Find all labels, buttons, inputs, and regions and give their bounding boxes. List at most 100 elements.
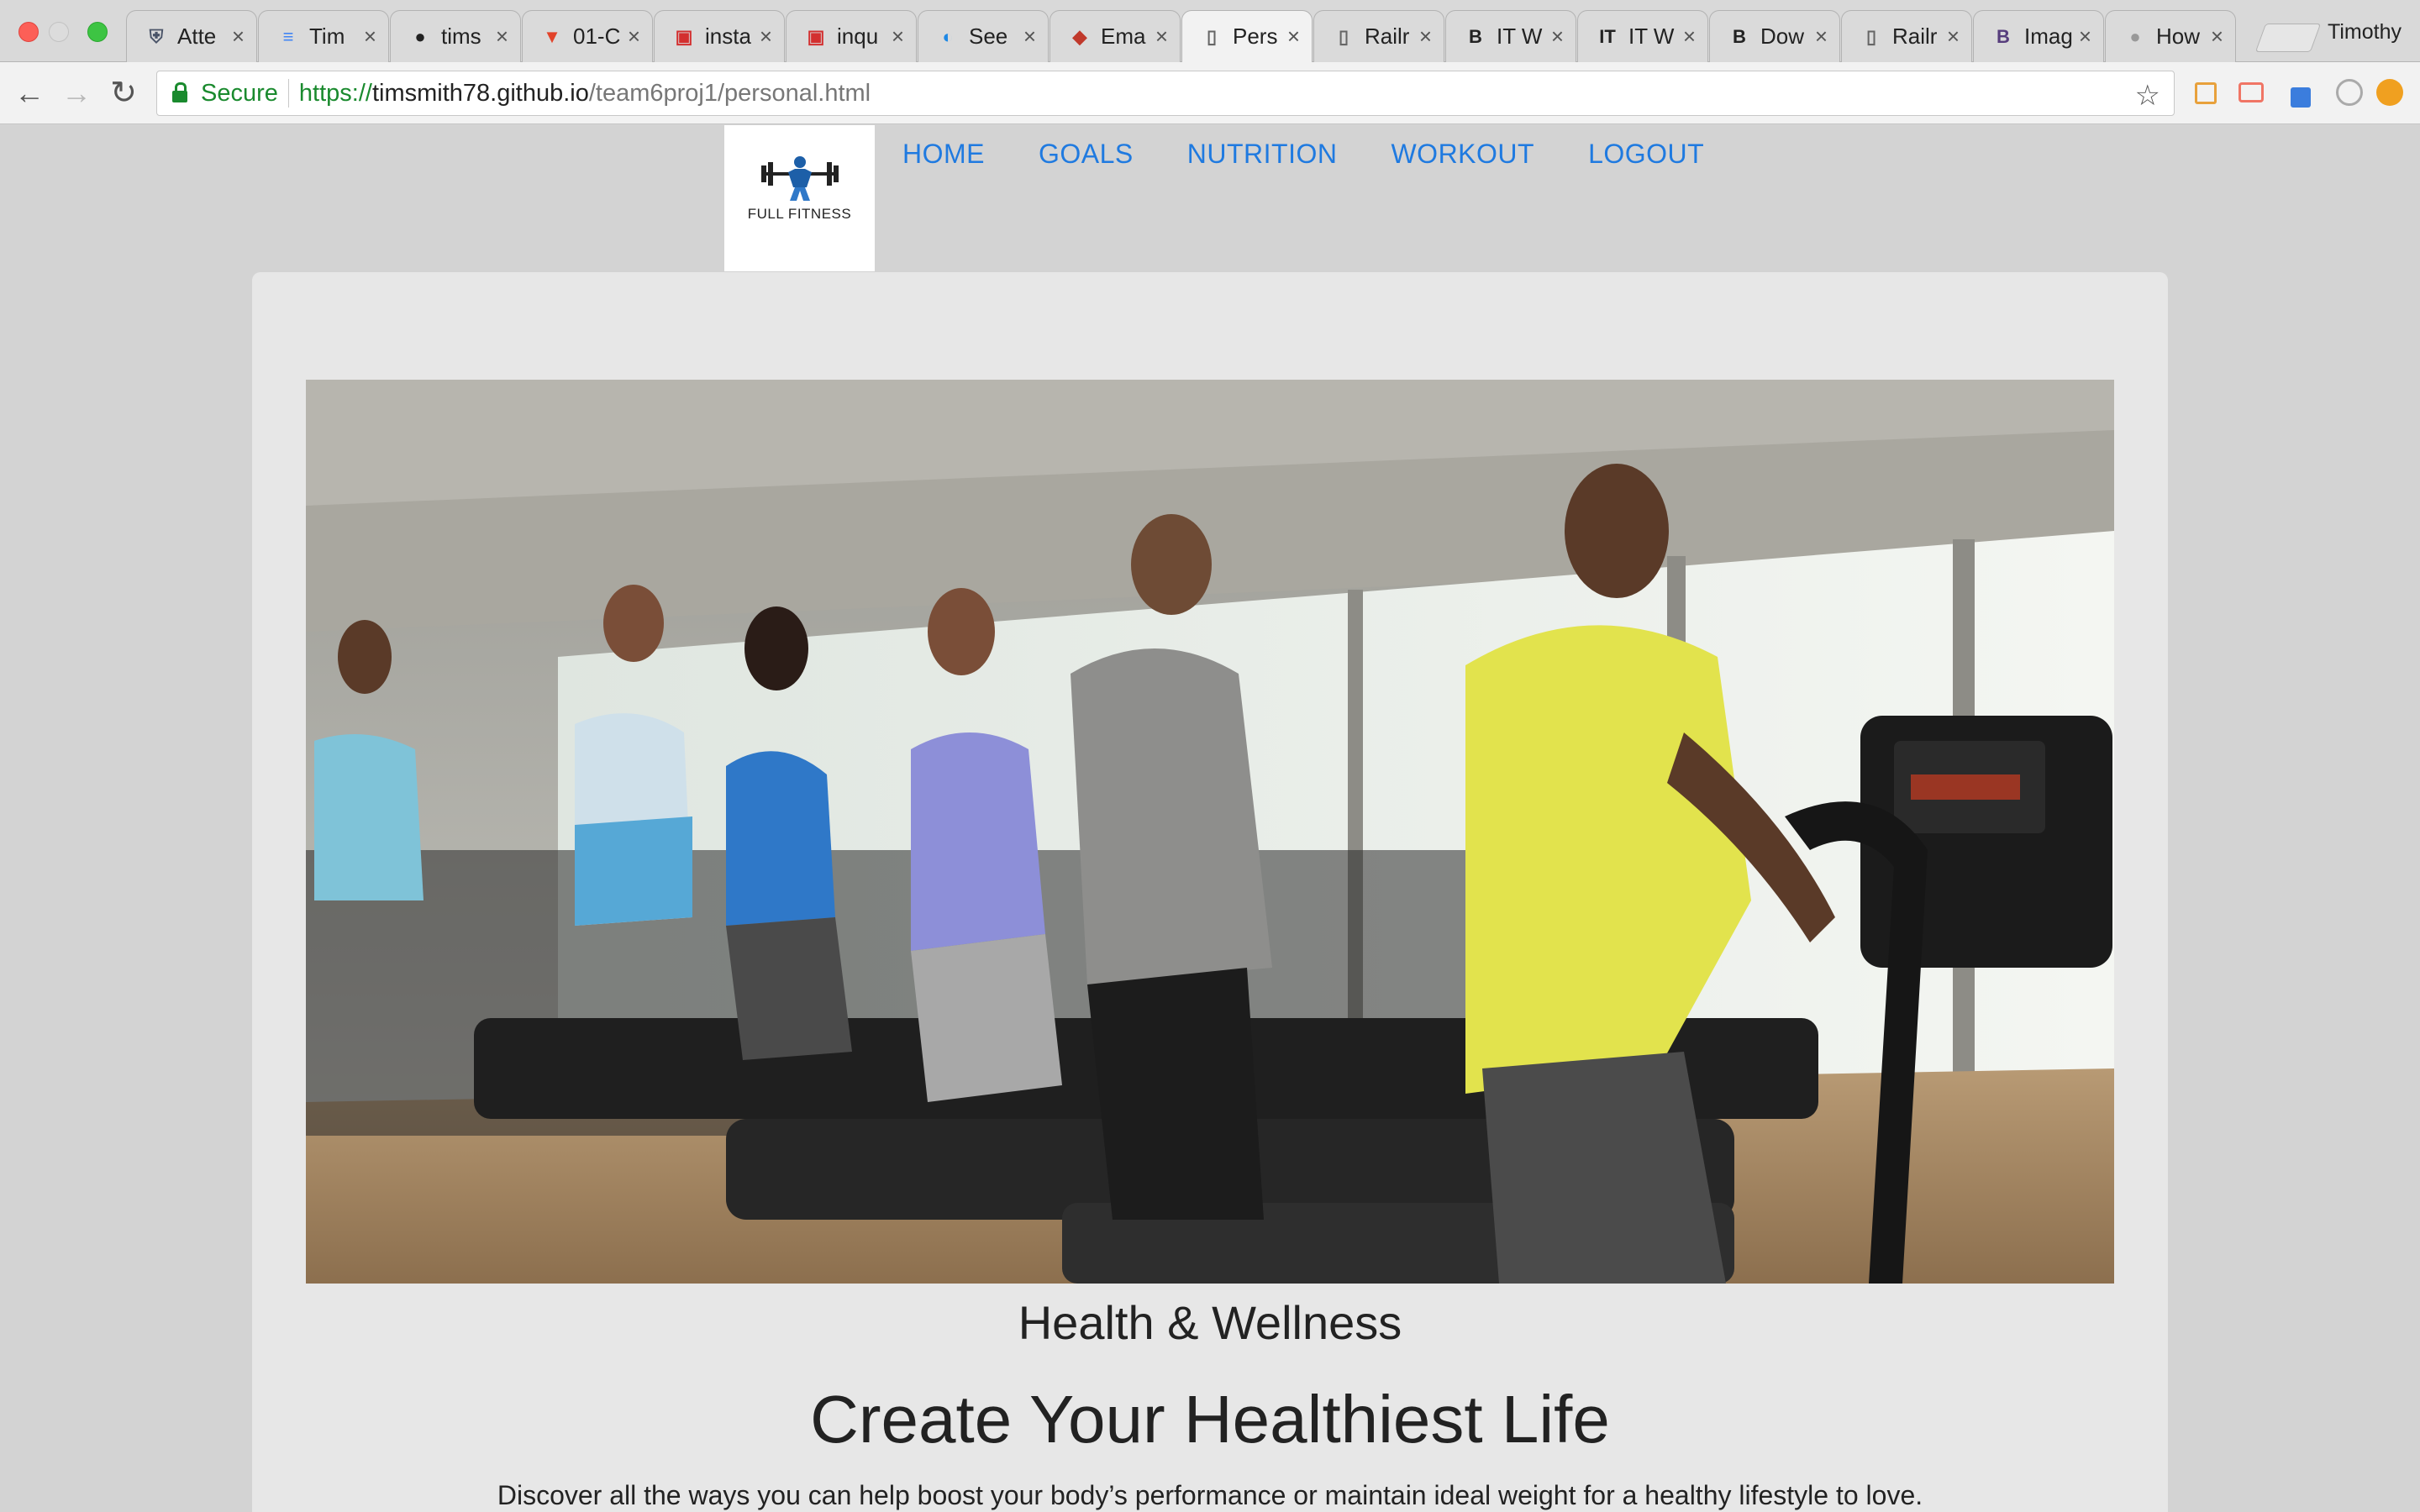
- extension-orange-icon[interactable]: [2376, 79, 2403, 106]
- nav-goals-link[interactable]: GOALS: [1039, 139, 1134, 170]
- nav-home-link[interactable]: HOME: [902, 139, 985, 170]
- browser-tab[interactable]: ▯ Railr ×: [1841, 10, 1972, 62]
- bold-b-icon: B: [1733, 25, 1746, 47]
- close-icon[interactable]: ×: [1815, 24, 1828, 49]
- close-icon[interactable]: ×: [1023, 24, 1036, 49]
- close-icon[interactable]: ×: [892, 24, 904, 49]
- page-icon: ▯: [1865, 25, 1877, 47]
- browser-tab[interactable]: ▣ inqu ×: [786, 10, 917, 62]
- new-tab-button[interactable]: [2254, 24, 2322, 52]
- address-bar[interactable]: Secure https://timsmith78.github.io/team…: [156, 71, 2175, 116]
- browser-tab[interactable]: IT IT W ×: [1577, 10, 1708, 62]
- browser-tab[interactable]: ◐ See ×: [918, 10, 1049, 62]
- weightlifter-icon: [761, 156, 839, 201]
- window-minimize-button[interactable]: [49, 22, 69, 42]
- extension-flag-icon[interactable]: [2195, 82, 2217, 104]
- page-headline: Create Your Healthiest Life: [810, 1382, 1610, 1457]
- window-maximize-button[interactable]: [87, 22, 108, 42]
- hero-image: [306, 380, 2114, 1284]
- page-icon: ▯: [1338, 25, 1349, 47]
- layers-icon: ◆: [1072, 25, 1087, 47]
- browser-tab[interactable]: ▣ insta ×: [654, 10, 785, 62]
- back-icon[interactable]: ←: [12, 76, 47, 111]
- browser-toolbar: ← → ↻ Secure https://timsmith78.github.i…: [0, 62, 2420, 124]
- red-square-icon: ▣: [675, 25, 693, 47]
- red-square-icon: ▣: [807, 25, 825, 47]
- close-icon[interactable]: ×: [1287, 24, 1300, 49]
- browser-tab-bar: ⛨ Atte × ≡ Tim × ● tims × ▼ 01-C × ▣ insta × ▣ inqu × ◐ See…: [0, 0, 2420, 62]
- tab-title: Railr: [1892, 24, 1938, 49]
- tab-title: Imag: [2024, 24, 2073, 49]
- browser-tab[interactable]: ▯ Pers ×: [1181, 10, 1313, 62]
- browser-tab[interactable]: ▯ Railr ×: [1313, 10, 1444, 62]
- close-icon[interactable]: ×: [1419, 24, 1432, 49]
- gym-elliptical-photo: [306, 380, 2114, 1284]
- close-icon[interactable]: ×: [2211, 24, 2223, 49]
- intro-paragraph: Discover all the ways you can help boost…: [497, 1480, 1923, 1510]
- url-scheme: https://: [298, 79, 372, 107]
- close-icon[interactable]: ×: [364, 24, 376, 49]
- window-close-button[interactable]: [18, 22, 39, 42]
- extension-arrow-icon[interactable]: [2238, 82, 2264, 102]
- close-icon[interactable]: ×: [232, 24, 245, 49]
- bookmark-star-icon[interactable]: ☆: [2135, 79, 2160, 113]
- browser-tab[interactable]: ◆ Ema ×: [1050, 10, 1181, 62]
- browser-tab[interactable]: ▼ 01-C ×: [522, 10, 653, 62]
- extension-circle-icon[interactable]: [2336, 79, 2363, 106]
- page-icon: ▯: [1206, 25, 1218, 47]
- close-icon[interactable]: ×: [496, 24, 508, 49]
- nav-nutrition-link[interactable]: NUTRITION: [1187, 139, 1338, 170]
- browser-tab[interactable]: ● How ×: [2105, 10, 2236, 62]
- github-icon: ●: [414, 25, 426, 47]
- browser-tab[interactable]: ● tims ×: [390, 10, 521, 62]
- nav-workout-link[interactable]: WORKOUT: [1391, 139, 1534, 170]
- tab-title: 01-C: [573, 24, 621, 49]
- profile-name[interactable]: Timothy: [2328, 20, 2402, 45]
- browser-tab[interactable]: B Imag ×: [1973, 10, 2104, 62]
- it-icon: IT: [1599, 25, 1616, 47]
- logo-text: FULL FITNESS: [747, 206, 852, 222]
- apple-icon: ●: [2129, 25, 2141, 47]
- tab-title: Ema: [1101, 24, 1146, 49]
- browser-tab[interactable]: B Dow ×: [1709, 10, 1840, 62]
- tab-title: IT W: [1497, 24, 1543, 49]
- swirl-icon: ◐: [942, 25, 954, 47]
- tab-title: IT W: [1628, 24, 1675, 49]
- secure-label: Secure: [201, 79, 278, 107]
- tab-title: tims: [441, 24, 481, 49]
- url-path: /team6proj1/personal.html: [588, 79, 871, 107]
- close-icon[interactable]: ×: [628, 24, 640, 49]
- tab-title: insta: [705, 24, 751, 49]
- hero-caption: Health & Wellness: [1018, 1296, 1402, 1349]
- bold-b-icon: B: [1469, 25, 1482, 47]
- gitlab-icon: ▼: [543, 25, 561, 47]
- tab-title: inqu: [837, 24, 879, 49]
- browser-tab[interactable]: ⛨ Atte ×: [126, 10, 257, 62]
- content-card: Health & Wellness Create Your Healthiest…: [252, 272, 2168, 1512]
- bootstrap-icon: B: [1996, 25, 2010, 47]
- tab-strip: ⛨ Atte × ≡ Tim × ● tims × ▼ 01-C × ▣ insta × ▣ inqu × ◐ See…: [126, 10, 2237, 62]
- close-icon[interactable]: ×: [1155, 24, 1168, 49]
- extension-eyedropper-icon[interactable]: [2291, 87, 2311, 108]
- forward-icon[interactable]: →: [59, 76, 94, 111]
- site-nav: HOME GOALS NUTRITION WORKOUT LOGOUT: [902, 139, 1758, 170]
- browser-tab[interactable]: B IT W ×: [1445, 10, 1576, 62]
- site-logo[interactable]: FULL FITNESS: [724, 125, 875, 271]
- close-icon[interactable]: ×: [1683, 24, 1696, 49]
- close-icon[interactable]: ×: [1947, 24, 1960, 49]
- shield-icon: ⛨: [149, 25, 164, 47]
- reload-icon[interactable]: ↻: [106, 76, 141, 111]
- address-divider: [287, 79, 289, 108]
- docs-icon: ≡: [282, 25, 294, 47]
- nav-logout-link[interactable]: LOGOUT: [1588, 139, 1704, 170]
- tab-title: Dow: [1760, 24, 1805, 49]
- close-icon[interactable]: ×: [1551, 24, 1564, 49]
- url-host: timsmith78.github.io: [371, 79, 589, 107]
- lock-icon: [172, 82, 187, 102]
- close-icon[interactable]: ×: [760, 24, 772, 49]
- tab-title: Pers: [1233, 24, 1278, 49]
- browser-tab[interactable]: ≡ Tim ×: [258, 10, 389, 62]
- close-icon[interactable]: ×: [2079, 24, 2091, 49]
- page-viewport: FULL FITNESS HOME GOALS NUTRITION WORKOU…: [0, 125, 2420, 1512]
- tab-title: Atte: [177, 24, 217, 49]
